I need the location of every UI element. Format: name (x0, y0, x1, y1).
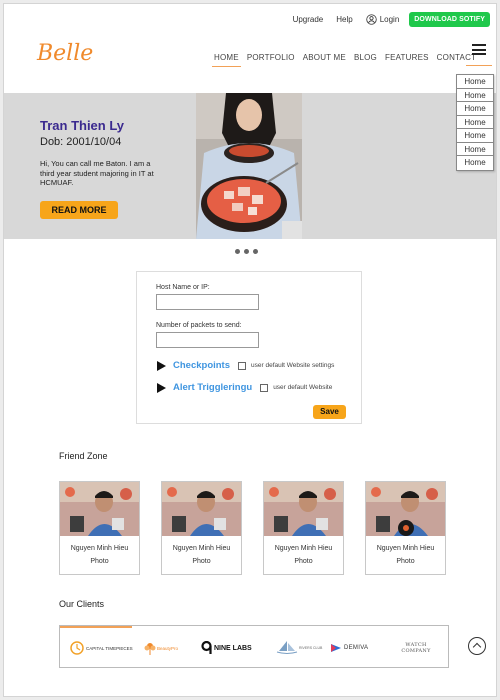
friend-zone-title: Friend Zone (59, 451, 108, 461)
nav-blog[interactable]: BLOG (354, 53, 377, 62)
friend-name: Nguyen Minh Hieu (70, 545, 129, 552)
demiva-icon (331, 644, 341, 652)
host-label: Host Name or IP: (156, 284, 210, 291)
logo-text: Belle (36, 41, 93, 66)
hero-bio: Hi, You can call me Baton. I am a third … (40, 159, 154, 187)
nav-features[interactable]: FEATURES (385, 53, 429, 62)
our-clients-title: Our Clients (59, 599, 105, 609)
client-logo-nine-labs[interactable]: NINE LABS (201, 636, 252, 660)
friend-name: Nguyen Minh Hieu (376, 545, 435, 552)
belle-logo[interactable]: Belle (35, 32, 97, 72)
dropdown-item[interactable]: Home (457, 116, 493, 129)
dropdown-item[interactable]: Home (457, 75, 493, 89)
friend-name: Nguyen Minh Hieu (274, 545, 333, 552)
carousel-dot[interactable] (253, 249, 258, 254)
dropdown-item[interactable]: Home (457, 156, 493, 170)
friend-card[interactable]: Nguyen Minh Hieu Photo (365, 481, 446, 575)
nav-dropdown: Home Home Home Home Home Home Home (456, 74, 494, 171)
user-icon (366, 14, 377, 25)
alert-link[interactable]: Alert Triggleringu (173, 382, 252, 393)
friend-caption: Photo (396, 558, 415, 565)
dropdown-item[interactable]: Home (457, 102, 493, 116)
nav-contact[interactable]: CONTACT (437, 53, 476, 62)
nav-portfolio[interactable]: PORTFOLIO (247, 53, 295, 62)
clients-strip: CAPITAL TIMEPIECES BeautyPro NINE LABS R… (59, 625, 449, 668)
friend-caption: Photo (294, 558, 313, 565)
carousel-dots (235, 249, 262, 254)
clients-accent-line (60, 626, 132, 628)
login-label: Login (379, 15, 400, 24)
ping-form: Host Name or IP: Number of packets to se… (136, 271, 362, 424)
host-input[interactable] (156, 294, 259, 310)
hamburger-menu-icon[interactable] (472, 44, 486, 56)
alert-option-label: user default Website (273, 384, 333, 391)
friend-photo (264, 482, 343, 536)
nav-about-me[interactable]: ABOUT ME (303, 53, 346, 62)
hero-banner: Tran Thien Ly Dob: 2001/10/04 Hi, You ca… (4, 93, 496, 239)
client-name: BeautyPro (157, 645, 179, 651)
friend-name: Nguyen Minh Hieu (172, 545, 231, 552)
upgrade-link[interactable]: Upgrade (293, 15, 324, 24)
checkpoints-row: Checkpoints user default Website setting… (157, 360, 334, 371)
nav-home[interactable]: HOME (212, 53, 241, 67)
packets-label: Number of packets to send: (156, 322, 242, 329)
friend-caption: Photo (192, 558, 211, 565)
client-logo-demiva[interactable]: DEMIVA (330, 636, 368, 660)
friend-card[interactable]: Nguyen Minh Hieu Photo (59, 481, 140, 575)
main-nav: HOME PORTFOLIO ABOUT ME BLOG FEATURES CO… (212, 53, 484, 67)
login-link[interactable]: Login (366, 14, 400, 25)
client-name: WATCH COMPANY (401, 642, 431, 654)
hero-photo (196, 93, 302, 239)
play-icon[interactable] (157, 360, 166, 371)
client-logo-beautypro[interactable]: BeautyPro (144, 636, 178, 660)
client-logo-rivers-club[interactable]: RIVERS CLUB (276, 636, 322, 660)
page: Upgrade Help Login DOWNLOAD SOTIFY Belle… (3, 3, 497, 697)
carousel-dot[interactable] (244, 249, 249, 254)
friend-card[interactable]: Nguyen Minh Hieu Photo (161, 481, 242, 575)
client-name: CAPITAL TIMEPIECES (86, 645, 133, 651)
hero-dob: Dob: 2001/10/04 (40, 136, 122, 148)
client-name: RIVERS CLUB (299, 646, 323, 650)
play-icon[interactable] (157, 382, 166, 393)
dropdown-item[interactable]: Home (457, 89, 493, 102)
checkpoints-link[interactable]: Checkpoints (173, 360, 230, 371)
save-button[interactable]: Save (313, 405, 346, 419)
download-button[interactable]: DOWNLOAD SOTIFY (409, 12, 490, 27)
friend-photo (366, 482, 445, 536)
dropdown-item[interactable]: Home (457, 129, 493, 143)
friend-caption: Photo (90, 558, 109, 565)
read-more-button[interactable]: READ MORE (40, 201, 118, 219)
client-logo-capital-timepieces[interactable]: CAPITAL TIMEPIECES (70, 636, 133, 660)
friend-photo (162, 482, 241, 536)
carousel-dot[interactable] (235, 249, 240, 254)
top-bar: Upgrade Help Login DOWNLOAD SOTIFY (293, 12, 490, 27)
nine-labs-icon (201, 641, 212, 654)
hero-name: Tran Thien Ly (40, 118, 125, 133)
flower-icon (144, 643, 156, 655)
checkpoints-option-label: user default Website settings (251, 362, 335, 369)
dropdown-item[interactable]: Home (457, 143, 493, 156)
packets-input[interactable] (156, 332, 259, 348)
friend-photo (60, 482, 139, 536)
help-link[interactable]: Help (336, 15, 352, 24)
client-logo-watch-company[interactable]: WATCH COMPANY (396, 636, 436, 660)
clock-icon (70, 641, 84, 655)
sailboat-icon (276, 641, 298, 654)
alert-checkbox[interactable] (260, 383, 269, 392)
friend-card[interactable]: Nguyen Minh Hieu Photo (263, 481, 344, 575)
client-name: NINE LABS (214, 644, 252, 652)
hamburger-underline (466, 65, 492, 66)
alert-row: Alert Triggleringu user default Website (157, 382, 332, 393)
scroll-to-top-icon[interactable] (468, 637, 486, 655)
checkpoints-checkbox[interactable] (238, 361, 247, 370)
client-name: DEMIVA (344, 645, 369, 651)
